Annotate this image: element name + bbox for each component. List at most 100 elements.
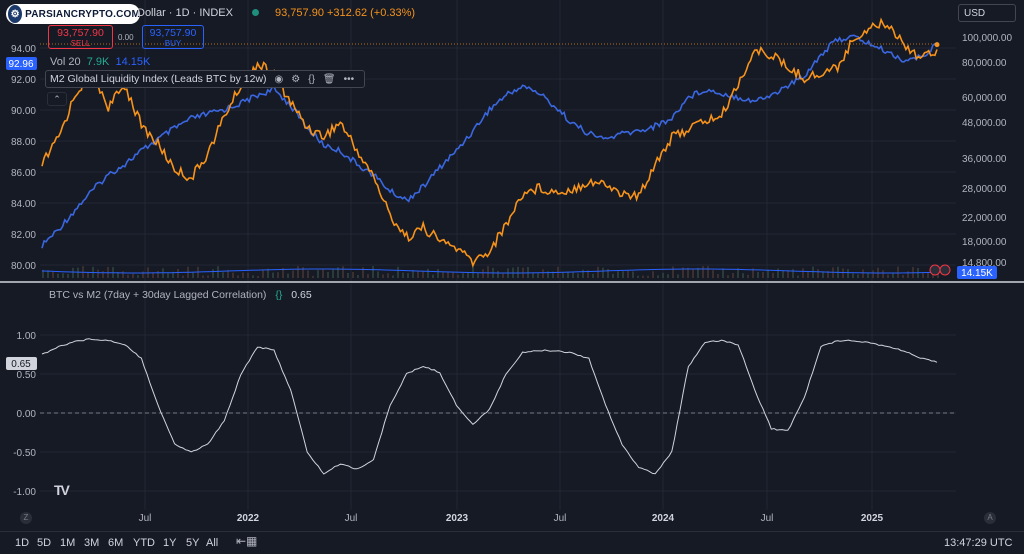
event-flag-icon[interactable] [939,264,951,276]
sell-label: SELL [70,38,91,48]
timeframe-6m-button[interactable]: 6M [108,537,123,549]
volume-bar [247,272,249,278]
lower-indicator-value: 0.65 [291,289,312,301]
volume-bar [847,269,849,278]
volume-bar [572,272,574,278]
time-axis-tick: 2024 [652,513,675,524]
volume-bar [242,272,244,278]
left-axis-tick: 80.00 [11,261,36,272]
settings-icon[interactable]: ⚙ [291,74,300,85]
corr-axis-tick: 1.00 [17,331,37,342]
time-axis-tick: Jul [139,513,152,524]
volume-bar [87,272,89,278]
volume-bar [417,270,419,278]
source-code-icon[interactable]: {} [275,289,282,301]
logo-text: PARSIANCRYPTO.COM [25,8,140,20]
last-price-dot [934,42,940,48]
volume-bar [592,273,594,278]
timeframe-1y-button[interactable]: 1Y [163,537,176,549]
collapse-legend-button[interactable]: ⌃ [47,92,67,106]
volume-bar [842,268,844,278]
volume-bar [342,266,344,278]
volume-bar [427,268,429,278]
timezone-icon[interactable]: Z [20,512,32,524]
volume-bar [717,274,719,278]
volume-bar [202,275,204,278]
watermark-logo: ⚙ PARSIANCRYPTO.COM [6,4,140,24]
volume-bar [142,271,144,278]
volume-bar [612,273,614,278]
left-axis-tick: 92.00 [11,75,36,86]
volume-bar [457,274,459,278]
timeframe-1m-button[interactable]: 1M [60,537,75,549]
eye-icon[interactable]: ◉ [275,74,284,85]
volume-bar [757,271,759,278]
lower-indicator-legend[interactable]: BTC vs M2 (7day + 30day Lagged Correlati… [49,289,312,301]
symbol-title[interactable]: Dollar · 1D · INDEX [137,7,233,19]
price-change: 93,757.90 +312.62 (+0.33%) [275,7,416,19]
calendar-range-icon[interactable]: ⇤▦ [236,534,257,548]
volume-bar [402,272,404,278]
right-axis-tick: 60,000.00 [962,93,1007,104]
volume-bar [57,273,59,278]
volume-bar [67,273,69,278]
volume-bar [772,272,774,278]
utc-clock[interactable]: 13:47:29 UTC [944,537,1012,549]
volume-bar [382,274,384,278]
volume-bar [167,273,169,278]
left-axis-highlight-label: 92.96 [8,59,33,70]
currency-select[interactable]: USD [958,4,1016,22]
volume-bar [922,272,924,278]
market-status-icon [252,9,259,16]
indicator-legend[interactable]: M2 Global Liquidity Index (Leads BTC by … [45,70,365,88]
timeframe-ytd-button[interactable]: YTD [133,537,155,549]
volume-bar [892,273,894,278]
volume-bar [392,275,394,278]
volume-bar [602,267,604,278]
volume-bar [802,268,804,278]
sell-price: 93,757.90 [57,27,104,39]
volume-bar [127,274,129,278]
volume-bar [317,270,319,278]
volume-bar [307,270,309,278]
volume-bar [262,269,264,278]
volume-bar [662,272,664,278]
more-icon[interactable]: ••• [344,74,355,85]
time-axis-tick: Jul [761,513,774,524]
auto-scale-icon[interactable]: A [984,512,996,524]
volume-bar [907,271,909,278]
timeframe-1d-button[interactable]: 1D [15,537,29,549]
volume-bar [732,273,734,278]
sell-button[interactable]: 93,757.90 SELL [48,25,113,49]
volume-bar [782,270,784,278]
volume-bar [257,276,259,278]
volume-bar [797,275,799,278]
volume-bar [872,270,874,278]
volume-bar [562,272,564,278]
left-axis-tick: 84.00 [11,199,36,210]
volume-bar [677,274,679,278]
right-axis-tick: 100,000.00 [962,33,1012,44]
timeframe-all-button[interactable]: All [206,537,218,549]
tradingview-logo-icon[interactable]: TV [54,482,70,498]
volume-bar [52,271,54,278]
volume-bar [817,269,819,278]
timeframe-5y-button[interactable]: 5Y [186,537,199,549]
volume-label: Vol 20 [50,56,81,68]
timeframe-3m-button[interactable]: 3M [84,537,99,549]
event-flag-icon[interactable] [929,264,941,276]
volume-bar [287,273,289,278]
left-axis-tick: 86.00 [11,168,36,179]
buy-button[interactable]: 93,757.90 BUY [142,25,204,49]
braces-icon[interactable]: {} [308,74,315,85]
volume-bar [597,266,599,278]
volume-bar [212,269,214,278]
timeframe-5d-button[interactable]: 5D [37,537,51,549]
time-axis-tick: 2022 [237,513,260,524]
volume-bar [672,266,674,278]
trash-icon[interactable]: 🗑 [323,74,336,85]
volume-bar [762,271,764,278]
time-axis-tick: Jul [345,513,358,524]
volume-bar [432,274,434,278]
volume-bar [237,275,239,278]
